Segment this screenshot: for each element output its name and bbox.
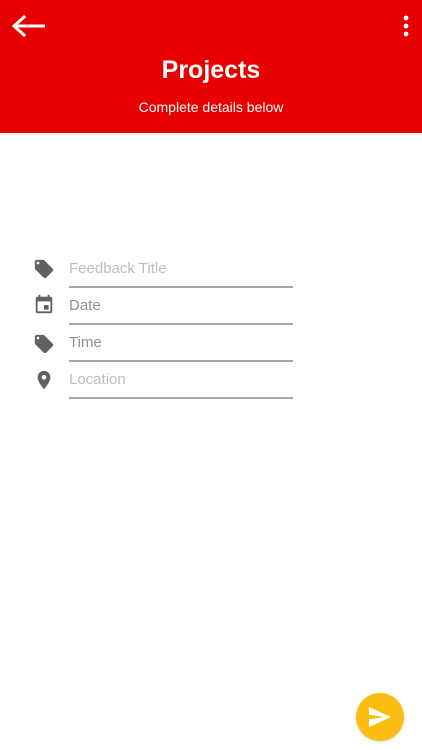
time-row bbox=[0, 324, 422, 362]
tag-icon bbox=[32, 332, 56, 356]
page-title: Projects bbox=[161, 56, 261, 84]
more-menu-button[interactable] bbox=[396, 10, 416, 42]
feedback-title-input[interactable] bbox=[69, 250, 293, 288]
page-subtitle: Complete details below bbox=[138, 99, 284, 115]
location-pin-icon bbox=[32, 368, 56, 392]
more-vert-icon bbox=[403, 15, 409, 37]
feedback-title-row bbox=[0, 250, 422, 288]
back-button[interactable] bbox=[8, 10, 48, 42]
calendar-icon bbox=[32, 293, 56, 317]
send-icon bbox=[369, 707, 391, 727]
date-row bbox=[0, 287, 422, 325]
send-button[interactable] bbox=[356, 693, 404, 741]
time-input[interactable] bbox=[69, 324, 293, 362]
tag-icon bbox=[32, 257, 56, 281]
back-arrow-icon bbox=[11, 15, 45, 37]
location-row bbox=[0, 361, 422, 399]
date-input[interactable] bbox=[69, 287, 293, 325]
location-input[interactable] bbox=[69, 361, 293, 399]
app-header: Projects Complete details below bbox=[0, 0, 422, 133]
